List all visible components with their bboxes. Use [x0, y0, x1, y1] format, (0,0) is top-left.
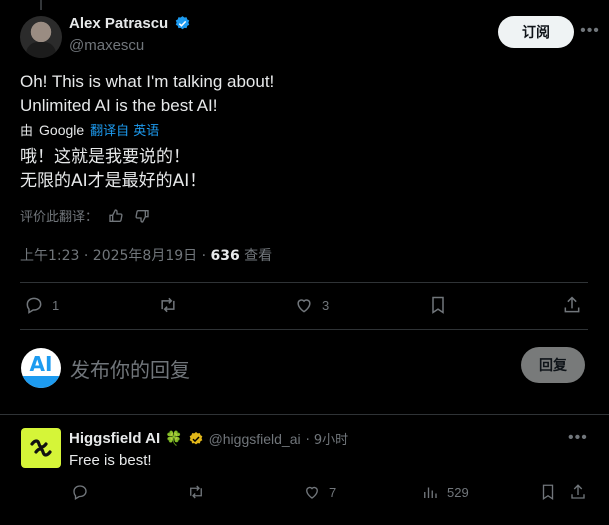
- thumbs-down-icon[interactable]: [134, 208, 150, 224]
- author-name[interactable]: Alex Patrascu: [69, 15, 168, 32]
- post-action-bar: 1 3: [20, 289, 588, 323]
- user-avatar[interactable]: AI: [21, 348, 61, 388]
- bookmark-action[interactable]: [428, 295, 448, 315]
- reply-action[interactable]: 1: [24, 295, 59, 315]
- verified-icon: [176, 16, 190, 30]
- translation-attribution: 由 Google 翻译自 英语: [20, 120, 159, 140]
- reply-icon: [73, 485, 87, 500]
- reply-button[interactable]: 回复: [521, 347, 585, 383]
- reply-retweet-action[interactable]: [187, 483, 205, 501]
- like-icon: [297, 299, 311, 313]
- views-icon: [424, 487, 437, 498]
- post-text-line: Oh! This is what I'm talking about!: [20, 72, 275, 91]
- translated-from-link[interactable]: 翻译自 英语: [90, 120, 159, 139]
- reply-like-count: 7: [329, 484, 337, 500]
- share-action[interactable]: [562, 295, 582, 315]
- like-count: 3: [322, 297, 330, 313]
- reply-author-name[interactable]: Higgsfield AI: [69, 430, 160, 447]
- reply-header: Higgsfield AI 🍀 @higgsfield_ai · 9小时: [69, 429, 348, 448]
- retweet-icon: [161, 297, 175, 313]
- reply-count: 1: [52, 297, 60, 313]
- divider: [20, 329, 588, 330]
- reply-author-handle[interactable]: @higgsfield_ai: [209, 431, 301, 447]
- author-avatar[interactable]: [20, 16, 62, 58]
- more-icon[interactable]: •••: [568, 429, 588, 447]
- reply-time[interactable]: · 9小时: [306, 429, 349, 448]
- post-text: Oh! This is what I'm talking about! Unli…: [20, 70, 580, 118]
- rate-translation-label: 评价此翻译：: [20, 210, 99, 225]
- translated-line: 无限的AI才是最好的AI！: [20, 171, 207, 191]
- retweet-action[interactable]: [158, 295, 178, 315]
- thread-connector: [40, 0, 42, 10]
- reply-bookmark-action[interactable]: [539, 483, 557, 501]
- reply-text: Free is best!: [69, 452, 152, 469]
- reply-share-action[interactable]: [569, 483, 587, 501]
- reply-icon: [26, 297, 42, 314]
- post-meta: 上午1:23 · 2025年8月19日 · 636 查看: [20, 245, 272, 265]
- translated-text: 哦！这就是我要说的！ 无限的AI才是最好的AI！: [20, 145, 580, 193]
- verified-gold-icon: [189, 431, 202, 444]
- share-icon: [571, 484, 585, 499]
- post-timestamp[interactable]: 上午1:23 · 2025年8月19日 ·: [20, 248, 211, 264]
- reply-reply-action[interactable]: [71, 483, 89, 501]
- author-name-row[interactable]: Alex Patrascu: [69, 15, 191, 32]
- reply-post[interactable]: Higgsfield AI 🍀 @higgsfield_ai · 9小时 •••…: [0, 415, 609, 525]
- author-handle[interactable]: @maxescu: [69, 37, 144, 54]
- thumbs-up-icon[interactable]: [108, 208, 124, 224]
- like-action[interactable]: 3: [294, 295, 329, 315]
- reply-action-bar: 7 529: [69, 483, 589, 507]
- bookmark-icon: [432, 296, 444, 314]
- more-icon[interactable]: •••: [580, 22, 600, 42]
- share-icon: [564, 296, 580, 313]
- reply-like-action[interactable]: 7: [303, 483, 336, 501]
- reply-input[interactable]: 发布你的回复: [70, 354, 190, 383]
- reply-composer: AI 发布你的回复 回复: [20, 344, 588, 390]
- post-text-line: Unlimited AI is the best AI!: [20, 96, 218, 115]
- higgsfield-logo-icon: [30, 439, 52, 457]
- post-header: Alex Patrascu @maxescu 订阅 •••: [20, 10, 600, 60]
- bookmark-icon: [542, 484, 554, 501]
- views-label: 查看: [239, 248, 273, 264]
- subscribe-button[interactable]: 订阅: [498, 16, 574, 48]
- divider: [20, 282, 588, 283]
- by-label: 由: [20, 124, 34, 139]
- google-logo: Google: [39, 121, 85, 138]
- translated-line: 哦！这就是我要说的！: [20, 147, 190, 167]
- reply-views-count: 529: [447, 484, 469, 500]
- clover-emoji: 🍀: [165, 430, 183, 446]
- reply-views-action[interactable]: 529: [421, 483, 469, 501]
- like-icon: [306, 486, 318, 499]
- views-count: 636: [210, 248, 240, 264]
- retweet-icon: [190, 485, 202, 499]
- reply-author-avatar[interactable]: [21, 428, 61, 468]
- rate-translation: 评价此翻译：: [20, 206, 150, 225]
